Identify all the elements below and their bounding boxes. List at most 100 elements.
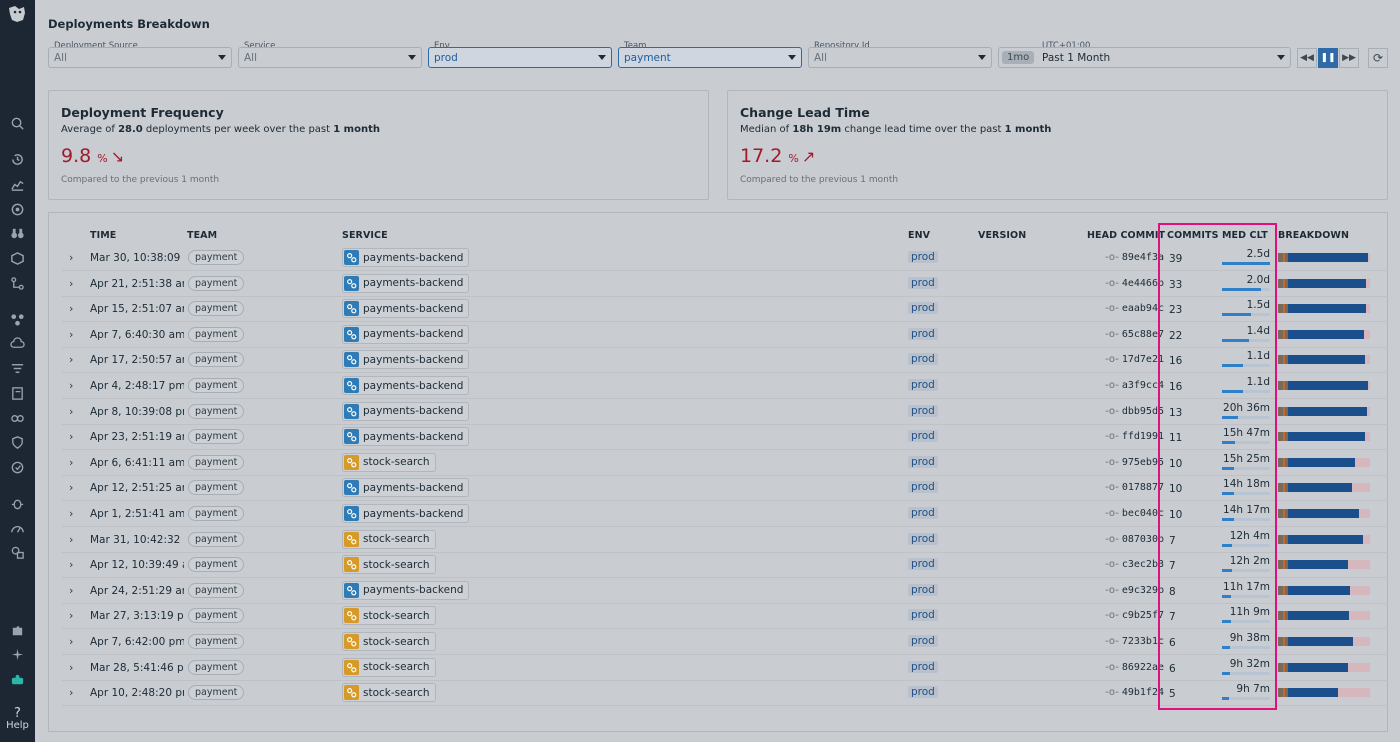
expand-chevron-icon[interactable]: › bbox=[69, 353, 73, 366]
expand-chevron-icon[interactable]: › bbox=[69, 405, 73, 418]
expand-chevron-icon[interactable]: › bbox=[69, 328, 73, 341]
expand-chevron-icon[interactable]: › bbox=[69, 302, 73, 315]
bug-icon[interactable] bbox=[10, 496, 25, 511]
team-tag[interactable]: payment bbox=[188, 403, 245, 419]
breakdown-bar[interactable] bbox=[1278, 534, 1370, 544]
column-header-service[interactable]: SERVICE bbox=[342, 230, 388, 241]
head-commit[interactable]: -o-eaab94c bbox=[1092, 303, 1164, 314]
column-header-env[interactable]: ENV bbox=[908, 230, 930, 241]
expand-chevron-icon[interactable]: › bbox=[69, 686, 73, 699]
env-tag[interactable]: prod bbox=[908, 455, 938, 468]
breakdown-bar[interactable] bbox=[1278, 560, 1370, 570]
service-tag[interactable]: stock-search bbox=[342, 683, 436, 703]
deployment-source-filter[interactable]: Deployment Source All bbox=[48, 40, 232, 68]
team-tag[interactable]: payment bbox=[188, 531, 245, 547]
service-tag[interactable]: stock-search bbox=[342, 452, 436, 472]
expand-chevron-icon[interactable]: › bbox=[69, 558, 73, 571]
service-tag[interactable]: stock-search bbox=[342, 529, 436, 549]
expand-chevron-icon[interactable]: › bbox=[69, 584, 73, 597]
env-tag[interactable]: prod bbox=[908, 481, 938, 494]
datadog-logo-icon[interactable] bbox=[6, 3, 28, 25]
service-tag[interactable]: stock-search bbox=[342, 606, 436, 626]
breakdown-bar[interactable] bbox=[1278, 432, 1370, 442]
env-tag[interactable]: prod bbox=[908, 353, 938, 366]
team-tag[interactable]: payment bbox=[188, 454, 245, 470]
team-tag[interactable]: payment bbox=[188, 480, 245, 496]
env-tag[interactable]: prod bbox=[908, 276, 938, 289]
infrastructure-icon[interactable] bbox=[10, 251, 25, 266]
service-tag[interactable]: payments-backend bbox=[342, 427, 470, 447]
team-tag[interactable]: payment bbox=[188, 250, 245, 265]
env-tag[interactable]: prod bbox=[908, 507, 938, 519]
env-tag[interactable]: prod bbox=[908, 635, 938, 647]
head-commit[interactable]: -o-c9b25f7 bbox=[1092, 610, 1164, 621]
expand-chevron-icon[interactable]: › bbox=[69, 635, 73, 648]
team-tag[interactable]: payment bbox=[188, 275, 245, 291]
logs-icon[interactable] bbox=[10, 361, 25, 376]
service-tag[interactable]: payments-backend bbox=[342, 478, 470, 498]
dashboard-chart-icon[interactable] bbox=[10, 177, 25, 192]
team-tag[interactable]: payment bbox=[188, 582, 245, 598]
head-commit[interactable]: -o- 49b1f24 bbox=[1092, 687, 1164, 698]
breakdown-bar[interactable] bbox=[1278, 253, 1370, 262]
team-tag[interactable]: payment bbox=[188, 506, 245, 521]
env-tag[interactable]: prod bbox=[908, 379, 938, 391]
integrations-puzzle-icon[interactable] bbox=[10, 623, 25, 638]
binoculars-icon[interactable] bbox=[10, 226, 25, 241]
team-tag[interactable]: payment bbox=[188, 301, 245, 317]
speedometer-icon[interactable] bbox=[10, 521, 25, 536]
env-tag[interactable]: prod bbox=[908, 583, 938, 596]
env-tag[interactable]: prod bbox=[908, 327, 938, 340]
env-tag[interactable]: prod bbox=[908, 532, 938, 545]
service-tag[interactable]: payments-backend bbox=[342, 376, 470, 395]
cloud-upload-icon[interactable] bbox=[10, 336, 25, 351]
env-tag[interactable]: prod bbox=[908, 660, 938, 673]
head-commit[interactable]: -o- 86922ae bbox=[1092, 662, 1164, 673]
team-filter[interactable]: Team payment bbox=[618, 40, 802, 68]
team-tag[interactable]: payment bbox=[188, 378, 245, 393]
team-tag[interactable]: payment bbox=[188, 352, 245, 368]
notebook-icon[interactable] bbox=[10, 386, 25, 401]
team-tag[interactable]: payment bbox=[188, 685, 245, 701]
head-commit[interactable]: -o- 4e4466b bbox=[1092, 278, 1164, 289]
sparkle-icon[interactable] bbox=[10, 647, 25, 662]
help-link[interactable]: ? Help bbox=[0, 707, 35, 732]
expand-chevron-icon[interactable]: › bbox=[69, 609, 73, 622]
team-tag[interactable]: payment bbox=[188, 634, 245, 649]
expand-chevron-icon[interactable]: › bbox=[69, 379, 73, 392]
synthetics-icon[interactable] bbox=[10, 460, 25, 475]
service-tag[interactable]: stock-search bbox=[342, 555, 436, 575]
service-tag[interactable]: payments-backend bbox=[342, 299, 470, 319]
service-tag[interactable]: payments-backend bbox=[342, 248, 470, 267]
column-header-time[interactable]: TIME bbox=[90, 230, 116, 241]
breakdown-bar[interactable] bbox=[1278, 662, 1370, 672]
head-commit[interactable]: -o-dbb95d5 bbox=[1092, 406, 1164, 417]
env-tag[interactable]: prod bbox=[908, 430, 938, 443]
service-tag[interactable]: payments-backend bbox=[342, 401, 470, 421]
head-commit[interactable]: -o-e9c329b bbox=[1092, 585, 1164, 596]
head-commit[interactable]: -o- 65c88e7 bbox=[1092, 329, 1164, 340]
search-icon[interactable] bbox=[10, 116, 25, 131]
breakdown-bar[interactable] bbox=[1278, 355, 1370, 365]
service-tag[interactable]: payments-backend bbox=[342, 580, 470, 600]
team-tag[interactable]: payment bbox=[188, 557, 245, 573]
history-icon[interactable] bbox=[10, 152, 25, 167]
monitors-icon[interactable] bbox=[10, 202, 25, 217]
service-filter[interactable]: Service All bbox=[238, 40, 422, 68]
breakdown-bar[interactable] bbox=[1278, 483, 1370, 493]
head-commit[interactable]: -o- 89e4f3a bbox=[1092, 252, 1164, 263]
service-tag[interactable]: payments-backend bbox=[342, 324, 470, 344]
env-tag[interactable]: prod bbox=[908, 558, 938, 571]
breakdown-bar[interactable] bbox=[1278, 304, 1370, 314]
service-tag[interactable]: payments-backend bbox=[342, 504, 470, 523]
service-tag[interactable]: payments-backend bbox=[342, 273, 470, 293]
expand-chevron-icon[interactable]: › bbox=[69, 251, 73, 264]
head-commit[interactable]: -o- 17d7e21 bbox=[1092, 354, 1164, 365]
team-tag[interactable]: payment bbox=[188, 326, 245, 342]
breakdown-bar[interactable] bbox=[1278, 585, 1370, 595]
pause-button[interactable]: ❚❚ bbox=[1318, 48, 1338, 68]
git-branch-icon[interactable] bbox=[10, 276, 25, 291]
team-tag[interactable]: payment bbox=[188, 659, 245, 675]
refresh-button[interactable]: ⟳ bbox=[1368, 48, 1388, 68]
link-icon[interactable] bbox=[10, 411, 25, 426]
